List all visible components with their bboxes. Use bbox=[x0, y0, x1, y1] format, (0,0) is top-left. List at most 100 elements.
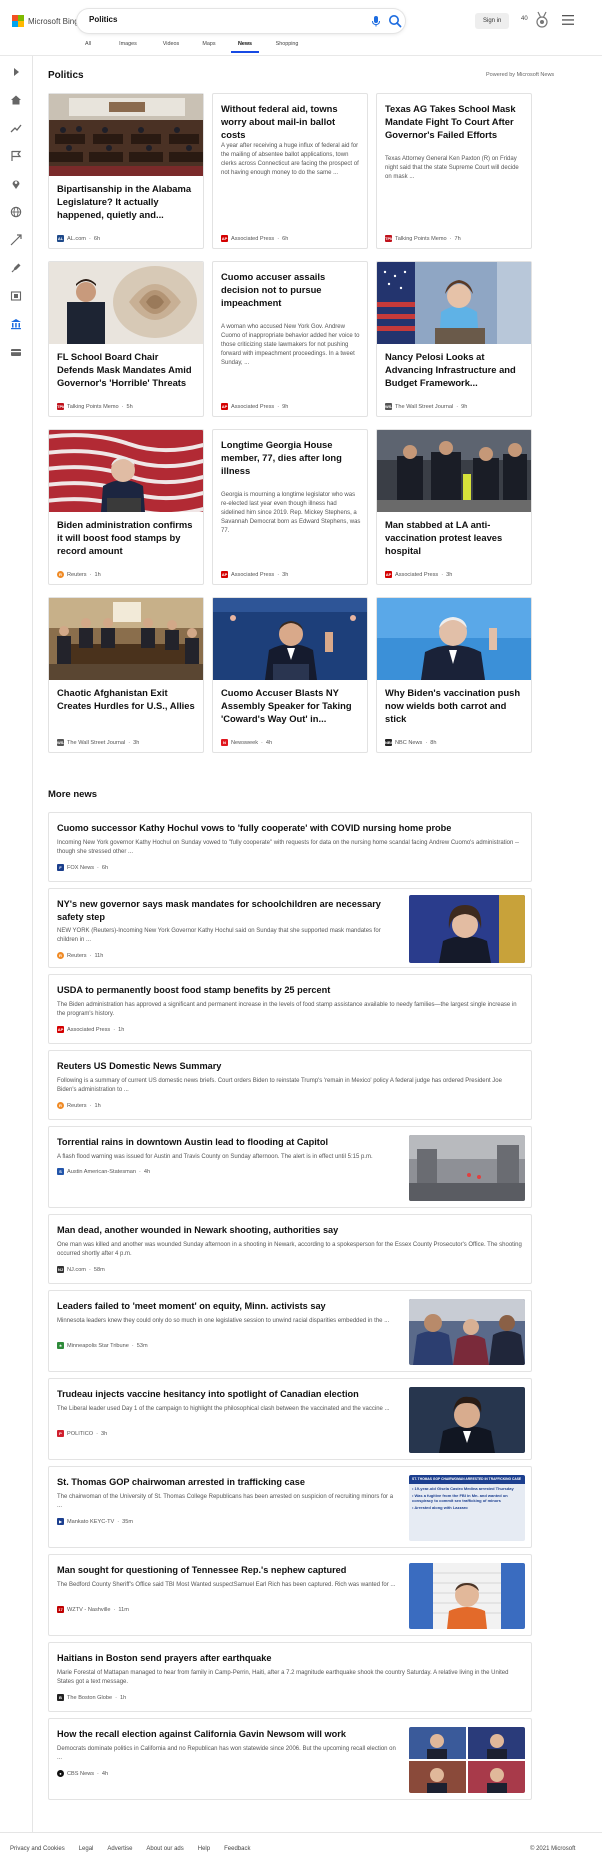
news-title[interactable]: St. Thomas GOP chairwoman arrested in tr… bbox=[57, 1476, 397, 1489]
location-pin-icon[interactable] bbox=[10, 178, 22, 190]
search-box[interactable]: Politics bbox=[77, 9, 405, 33]
footer-link-legal[interactable]: Legal bbox=[79, 1846, 94, 1852]
card-source: R Reuters · 1h bbox=[57, 571, 101, 578]
card-source: AL AL.com · 6h bbox=[57, 235, 101, 242]
news-card[interactable]: FL School Board Chair Defends Mask Manda… bbox=[48, 261, 204, 417]
news-title[interactable]: Reuters US Domestic News Summary bbox=[57, 1060, 221, 1073]
source-logo-icon: AP bbox=[221, 235, 228, 242]
graphic-heading: ST. THOMAS GOP CHAIRWOMAN ARRESTED IN TR… bbox=[409, 1475, 525, 1484]
card-title[interactable]: Why Biden's vaccination push now wields … bbox=[385, 686, 525, 725]
tab-videos[interactable]: Videos bbox=[157, 41, 185, 55]
news-list-item[interactable]: USDA to permanently boost food stamp ben… bbox=[48, 974, 532, 1044]
footer-link-about-ads[interactable]: About our ads bbox=[146, 1846, 183, 1852]
news-list-item[interactable]: Reuters US Domestic News Summary Followi… bbox=[48, 1050, 532, 1120]
globe-icon[interactable] bbox=[10, 206, 22, 218]
news-title[interactable]: Torrential rains in downtown Austin lead… bbox=[57, 1136, 397, 1149]
flag-icon[interactable] bbox=[10, 150, 22, 162]
film-icon[interactable] bbox=[10, 290, 22, 302]
news-graphic: ST. THOMAS GOP CHAIRWOMAN ARRESTED IN TR… bbox=[409, 1475, 525, 1541]
card-title[interactable]: Texas AG Takes School Mask Mandate Fight… bbox=[385, 102, 525, 141]
news-title[interactable]: Man sought for questioning of Tennessee … bbox=[57, 1564, 397, 1577]
source-logo-icon: WSJ bbox=[57, 739, 66, 746]
news-description: Democrats dominate politics in Californi… bbox=[57, 1746, 396, 1761]
news-list-item[interactable]: Torrential rains in downtown Austin lead… bbox=[48, 1126, 532, 1208]
search-input[interactable]: Politics bbox=[89, 15, 117, 24]
card-title[interactable]: Man stabbed at LA anti-vaccination prote… bbox=[385, 518, 525, 557]
powered-by-text[interactable]: Powered by Microsoft News bbox=[486, 72, 554, 78]
header-divider bbox=[0, 55, 602, 56]
news-source: B The Boston Globe · 1h bbox=[57, 1694, 126, 1701]
news-description: The Bedford County Sheriff's Office said… bbox=[57, 1582, 396, 1588]
card-title[interactable]: Longtime Georgia House member, 77, dies … bbox=[221, 438, 361, 477]
news-card[interactable]: Texas AG Takes School Mask Mandate Fight… bbox=[376, 93, 532, 249]
home-icon[interactable] bbox=[10, 94, 22, 106]
source-logo-icon: NJ bbox=[57, 1266, 64, 1273]
card-title[interactable]: Cuomo accuser assails decision not to pu… bbox=[221, 270, 361, 309]
card-title[interactable]: Without federal aid, towns worry about m… bbox=[221, 102, 361, 141]
card-title[interactable]: Bipartisanship in the Alabama Legislatur… bbox=[57, 182, 197, 221]
news-card[interactable]: Cuomo Accuser Blasts NY Assembly Speaker… bbox=[212, 597, 368, 753]
wallet-icon[interactable] bbox=[10, 346, 22, 358]
source-logo-icon: R bbox=[57, 1102, 64, 1109]
politics-building-icon[interactable] bbox=[10, 318, 22, 330]
news-title[interactable]: Haitians in Boston send prayers after ea… bbox=[57, 1652, 271, 1665]
trending-icon[interactable] bbox=[10, 122, 22, 134]
news-list-item[interactable]: Man dead, another wounded in Newark shoo… bbox=[48, 1214, 532, 1284]
news-card[interactable]: Cuomo accuser assails decision not to pu… bbox=[212, 261, 368, 417]
tab-all[interactable]: All bbox=[77, 41, 99, 55]
news-title[interactable]: NY's new governor says mask mandates for… bbox=[57, 898, 397, 924]
card-source: N Newsweek · 4h bbox=[221, 739, 272, 746]
footer-link-help[interactable]: Help bbox=[198, 1846, 210, 1852]
sign-in-button[interactable]: Sign in bbox=[475, 13, 510, 29]
news-list-item[interactable]: NY's new governor says mask mandates for… bbox=[48, 888, 532, 968]
news-title[interactable]: How the recall election against Californ… bbox=[57, 1728, 397, 1741]
news-list-item[interactable]: St. Thomas GOP chairwoman arrested in tr… bbox=[48, 1466, 532, 1548]
news-list-item[interactable]: Trudeau injects vaccine hesitancy into s… bbox=[48, 1378, 532, 1460]
news-list-item[interactable]: Cuomo successor Kathy Hochul vows to 'fu… bbox=[48, 812, 532, 882]
card-title[interactable]: FL School Board Chair Defends Mask Manda… bbox=[57, 350, 197, 389]
news-title[interactable]: USDA to permanently boost food stamp ben… bbox=[57, 984, 330, 997]
search-icon[interactable] bbox=[387, 13, 403, 29]
rewards-points[interactable]: 40 bbox=[521, 16, 528, 22]
tab-maps[interactable]: Maps bbox=[197, 41, 221, 55]
expand-arrow-icon[interactable] bbox=[10, 66, 22, 78]
source-logo-icon: F bbox=[57, 864, 64, 871]
card-title[interactable]: Nancy Pelosi Looks at Advancing Infrastr… bbox=[385, 350, 525, 389]
news-source: ★ Minneapolis Star Tribune · 53m bbox=[57, 1342, 148, 1349]
source-logo-icon: TPM bbox=[385, 235, 394, 242]
news-card[interactable]: Nancy Pelosi Looks at Advancing Infrastr… bbox=[376, 261, 532, 417]
news-list-item[interactable]: Man sought for questioning of Tennessee … bbox=[48, 1554, 532, 1636]
bing-logo[interactable]: Microsoft Bing bbox=[12, 15, 79, 27]
rewards-medal-icon[interactable] bbox=[535, 11, 549, 29]
hamburger-menu-icon[interactable] bbox=[562, 15, 574, 25]
news-description: The chairwoman of the University of St. … bbox=[57, 1494, 394, 1509]
news-title[interactable]: Cuomo successor Kathy Hochul vows to 'fu… bbox=[57, 822, 451, 835]
cuomo-podium-photo bbox=[213, 598, 367, 680]
footer-link-advertise[interactable]: Advertise bbox=[107, 1846, 132, 1852]
card-title[interactable]: Chaotic Afghanistan Exit Creates Hurdles… bbox=[57, 686, 197, 712]
news-card[interactable]: Longtime Georgia House member, 77, dies … bbox=[212, 429, 368, 585]
microphone-icon[interactable] bbox=[369, 14, 383, 28]
news-list-item[interactable]: Leaders failed to 'meet moment' on equit… bbox=[48, 1290, 532, 1372]
source-logo-icon: ★ bbox=[57, 1342, 64, 1349]
footer-link-privacy[interactable]: Privacy and Cookies bbox=[10, 1846, 65, 1852]
news-card[interactable]: Man stabbed at LA anti-vaccination prote… bbox=[376, 429, 532, 585]
news-card[interactable]: Why Biden's vaccination push now wields … bbox=[376, 597, 532, 753]
news-card[interactable]: Bipartisanship in the Alabama Legislatur… bbox=[48, 93, 204, 249]
news-card[interactable]: Without federal aid, towns worry about m… bbox=[212, 93, 368, 249]
news-list-item[interactable]: How the recall election against Californ… bbox=[48, 1718, 532, 1800]
card-title[interactable]: Cuomo Accuser Blasts NY Assembly Speaker… bbox=[221, 686, 361, 725]
news-title[interactable]: Man dead, another wounded in Newark shoo… bbox=[57, 1224, 338, 1237]
news-card[interactable]: Chaotic Afghanistan Exit Creates Hurdles… bbox=[48, 597, 204, 753]
tab-shopping[interactable]: Shopping bbox=[269, 41, 305, 55]
chart-trend-icon[interactable] bbox=[10, 234, 22, 246]
tab-news[interactable]: News bbox=[231, 41, 259, 55]
news-title[interactable]: Trudeau injects vaccine hesitancy into s… bbox=[57, 1388, 397, 1401]
card-title[interactable]: Biden administration confirms it will bo… bbox=[57, 518, 197, 557]
news-list-item[interactable]: Haitians in Boston send prayers after ea… bbox=[48, 1642, 532, 1712]
rocket-icon[interactable] bbox=[10, 262, 22, 274]
footer-link-feedback[interactable]: Feedback bbox=[224, 1846, 250, 1852]
news-title[interactable]: Leaders failed to 'meet moment' on equit… bbox=[57, 1300, 397, 1313]
news-card[interactable]: Biden administration confirms it will bo… bbox=[48, 429, 204, 585]
tab-images[interactable]: Images bbox=[111, 41, 145, 55]
